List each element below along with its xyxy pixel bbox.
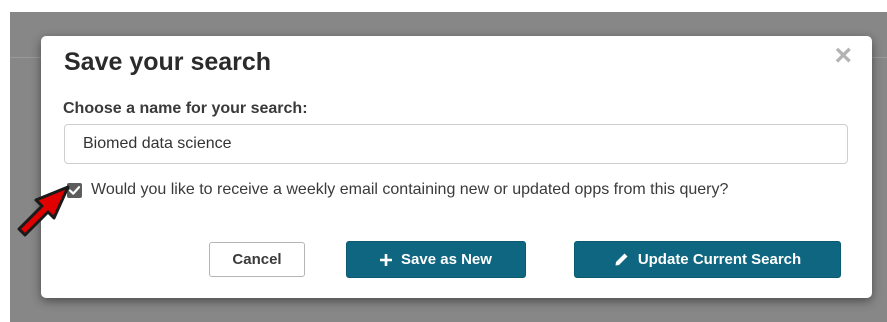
search-name-input[interactable] — [64, 124, 848, 164]
weekly-email-label: Would you like to receive a weekly email… — [91, 181, 729, 198]
pencil-icon — [615, 253, 628, 266]
red-arrow-icon — [17, 185, 70, 237]
plus-icon — [380, 253, 393, 266]
update-current-search-label: Update Current Search — [637, 251, 802, 268]
close-icon[interactable]: × — [834, 41, 852, 71]
cancel-button-label: Cancel — [232, 251, 282, 268]
save-search-dialog: Save your search × Choose a name for you… — [41, 36, 872, 298]
search-name-label: Choose a name for your search: — [63, 100, 308, 117]
update-current-search-button[interactable]: Update Current Search — [574, 241, 841, 278]
dialog-title: Save your search — [64, 48, 272, 76]
save-as-new-button[interactable]: Save as New — [346, 241, 526, 278]
save-as-new-label: Save as New — [401, 251, 492, 268]
cancel-button[interactable]: Cancel — [209, 242, 305, 277]
